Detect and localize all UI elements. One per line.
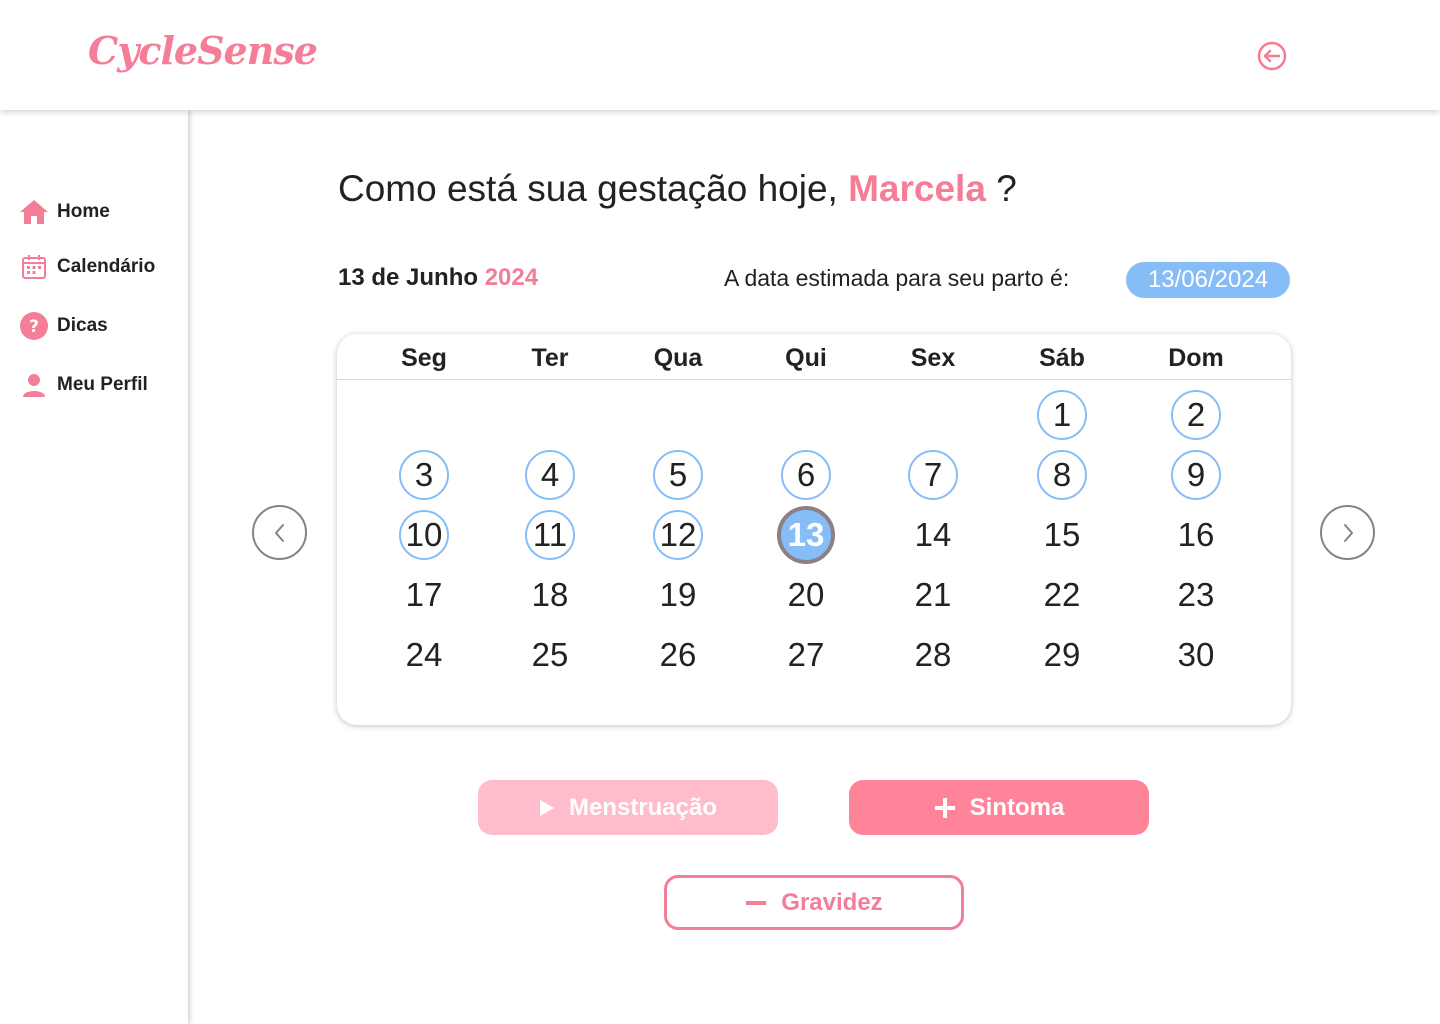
calendar-day[interactable]: 16 [1171,510,1221,560]
top-bar: CycleSense [0,0,1440,110]
user-name: Marcela [848,168,986,209]
calendar-day[interactable]: 12 [653,510,703,560]
calendar: Seg Ter Qua Qui Sex Sáb Dom 1 2 3 4 5 6 7 8 9 10 11 12 13 1… [337,334,1291,725]
calendar-day[interactable]: 17 [399,570,449,620]
due-date-label: A data estimada para seu parto é: [724,265,1070,291]
calendar-day[interactable]: 7 [908,450,958,500]
current-date: 13 de Junho 2024 [338,264,538,292]
add-sintoma-button[interactable]: Sintoma [849,780,1149,835]
sidebar-item-label: Home [57,201,110,222]
prev-month-button[interactable] [252,505,307,560]
weekday-label: Qua [653,344,703,372]
calendar-day[interactable]: 30 [1171,630,1221,680]
user-icon [18,369,50,401]
calendar-day[interactable]: 6 [781,450,831,500]
calendar-day[interactable]: 24 [399,630,449,680]
sidebar-item-home[interactable]: Home [18,196,110,228]
calendar-day[interactable]: 1 [1037,390,1087,440]
sidebar-item-label: Dicas [57,315,108,336]
calendar-day[interactable]: 21 [908,570,958,620]
play-icon [539,799,555,817]
page-title: Como está sua gestação hoje, Marcela ? [338,168,1017,210]
calendar-day[interactable]: 3 [399,450,449,500]
greeting-prefix: Como está sua gestação hoje, [338,168,838,209]
calendar-day[interactable]: 15 [1037,510,1087,560]
sidebar-item-label: Calendário [57,256,156,277]
app-logo[interactable]: CycleSense [88,28,318,73]
sidebar: Home Calendário ? Dicas Meu Perfil [0,110,188,1024]
calendar-day[interactable]: 18 [525,570,575,620]
calendar-day[interactable]: 25 [525,630,575,680]
home-icon [18,196,50,228]
gravidez-label: Gravidez [781,888,883,916]
logout-arrow-icon[interactable] [1256,40,1288,72]
weekday-label: Dom [1168,344,1224,372]
minus-icon [745,900,767,906]
sintoma-label: Sintoma [969,793,1065,821]
calendar-day[interactable]: 2 [1171,390,1221,440]
chevron-left-icon [274,523,284,542]
due-date-badge: 13/06/2024 [1126,262,1290,298]
sidebar-item-calendario[interactable]: Calendário [18,251,155,283]
calendar-day[interactable]: 5 [653,450,703,500]
menstruacao-label: Menstruação [568,793,718,821]
calendar-icon [18,251,50,283]
calendar-day[interactable]: 26 [653,630,703,680]
sidebar-item-label: Meu Perfil [57,374,148,395]
menstruacao-button[interactable]: Menstruação [478,780,778,835]
svg-text:?: ? [29,317,39,337]
calendar-day[interactable]: 4 [525,450,575,500]
sidebar-item-dicas[interactable]: ? Dicas [18,310,108,342]
chevron-right-icon [1343,523,1353,542]
calendar-day[interactable]: 11 [525,510,575,560]
calendar-day[interactable]: 28 [908,630,958,680]
calendar-day[interactable]: 27 [781,630,831,680]
remove-gravidez-button[interactable]: Gravidez [664,875,964,930]
weekday-label: Qui [785,344,827,372]
calendar-day[interactable]: 20 [781,570,831,620]
sidebar-item-meu-perfil[interactable]: Meu Perfil [18,369,148,401]
calendar-day-today[interactable]: 13 [777,506,835,564]
calendar-day[interactable]: 8 [1037,450,1087,500]
weekday-label: Ter [531,344,569,372]
question-icon: ? [18,310,50,342]
calendar-day[interactable]: 23 [1171,570,1221,620]
weekday-label: Sex [910,344,956,372]
greeting-suffix: ? [996,168,1017,209]
calendar-day[interactable]: 22 [1037,570,1087,620]
next-month-button[interactable] [1320,505,1375,560]
weekday-label: Seg [401,344,447,372]
weekday-label: Sáb [1039,344,1085,372]
calendar-day[interactable]: 19 [653,570,703,620]
current-day-month: 13 de Junho [338,264,479,291]
calendar-weekday-header: Seg Ter Qua Qui Sex Sáb Dom [337,334,1291,380]
plus-icon [934,797,956,819]
calendar-day[interactable]: 10 [399,510,449,560]
calendar-day[interactable]: 9 [1171,450,1221,500]
calendar-day[interactable]: 29 [1037,630,1087,680]
calendar-day[interactable]: 14 [908,510,958,560]
current-year: 2024 [484,264,539,291]
